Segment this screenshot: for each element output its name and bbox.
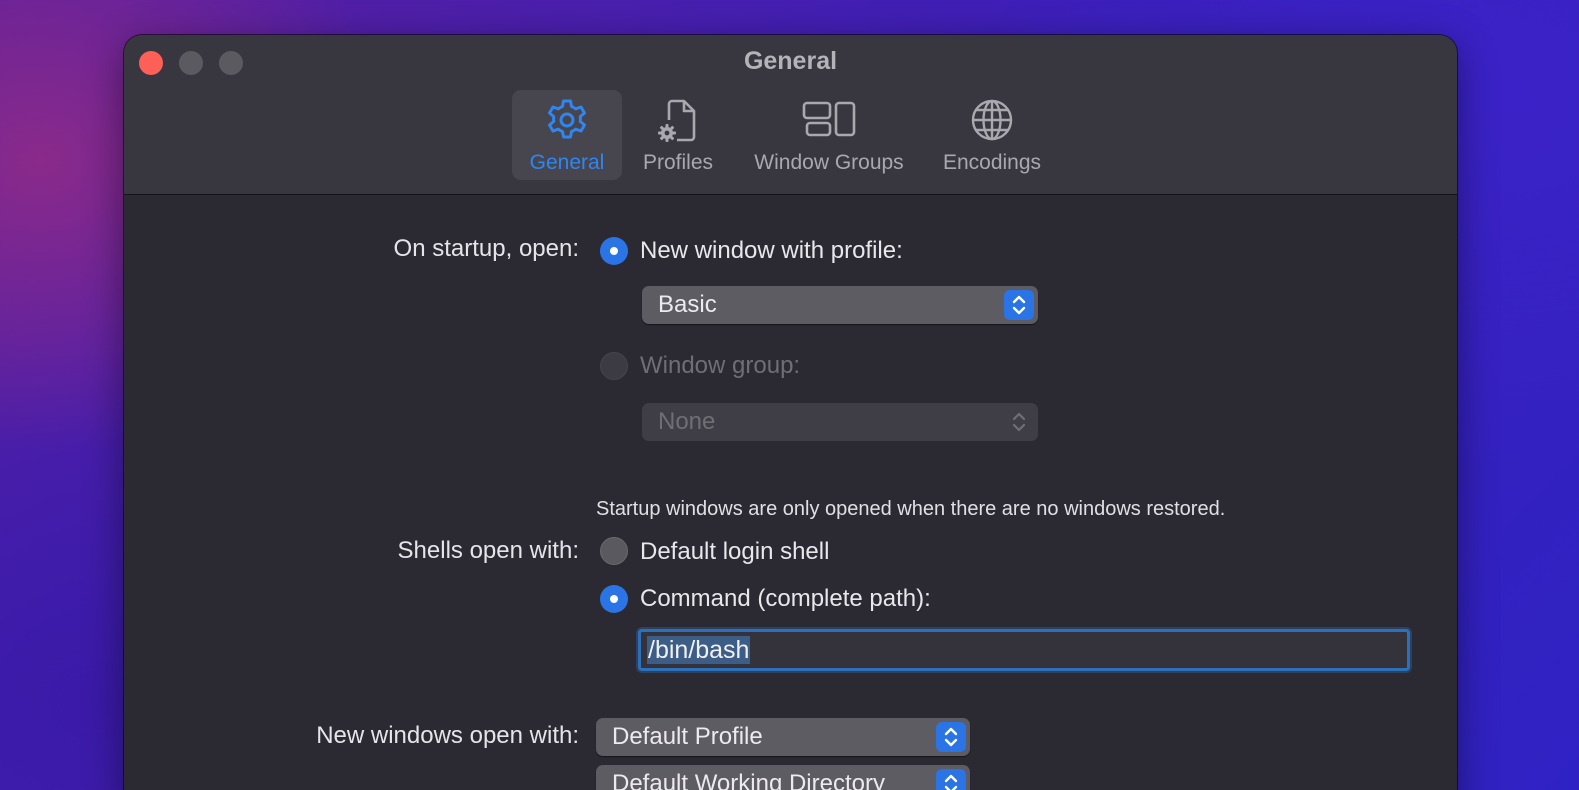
new-window-profile-popup[interactable]: Default Profile bbox=[596, 718, 970, 756]
title-bar: General General Profiles Window Groups E… bbox=[124, 35, 1457, 195]
shells-label: Shells open with: bbox=[397, 537, 579, 564]
new-window-option-label[interactable]: New window with profile: bbox=[640, 237, 903, 265]
tab-encodings[interactable]: Encodings bbox=[932, 90, 1052, 180]
tab-encodings-label: Encodings bbox=[942, 151, 1042, 174]
command-radio[interactable] bbox=[600, 585, 628, 613]
tab-general[interactable]: General bbox=[512, 90, 622, 180]
startup-profile-popup[interactable]: Basic bbox=[642, 286, 1038, 324]
startup-label: On startup, open: bbox=[393, 235, 579, 262]
startup-note: Startup windows are only opened when the… bbox=[596, 498, 1226, 520]
default-login-shell-label[interactable]: Default login shell bbox=[640, 538, 829, 566]
new-window-directory-popup[interactable]: Default Working Directory bbox=[596, 765, 970, 790]
default-login-shell-radio[interactable] bbox=[600, 537, 628, 565]
updown-stepper-icon bbox=[1004, 407, 1034, 437]
window-group-option-label[interactable]: Window group: bbox=[640, 352, 800, 380]
window-title: General bbox=[743, 47, 838, 75]
startup-profile-value: Basic bbox=[658, 291, 717, 318]
tab-window-groups-label: Window Groups bbox=[754, 151, 904, 174]
preferences-toolbar: General Profiles Window Groups Encodings bbox=[124, 90, 1457, 182]
settings-window: General General Profiles Window Groups E… bbox=[124, 35, 1457, 790]
new-windows-label: New windows open with: bbox=[316, 722, 579, 749]
globe-icon bbox=[971, 99, 1013, 141]
new-window-radio[interactable] bbox=[600, 237, 628, 265]
command-path-value: /bin/bash bbox=[647, 636, 751, 664]
tab-profiles[interactable]: Profiles bbox=[632, 90, 724, 180]
window-group-radio[interactable] bbox=[600, 352, 628, 380]
command-path-input[interactable]: /bin/bash bbox=[638, 629, 1410, 671]
new-window-profile-value: Default Profile bbox=[612, 723, 763, 750]
updown-stepper-icon bbox=[936, 722, 966, 752]
window-group-value: None bbox=[658, 408, 716, 435]
updown-stepper-icon bbox=[1004, 290, 1034, 320]
window-group-popup[interactable]: None bbox=[642, 403, 1038, 441]
profile-document-icon bbox=[658, 99, 696, 142]
command-option-label[interactable]: Command (complete path): bbox=[640, 585, 931, 613]
tab-general-label: General bbox=[529, 151, 605, 174]
tab-profiles-label: Profiles bbox=[642, 151, 714, 174]
tab-window-groups[interactable]: Window Groups bbox=[742, 90, 916, 180]
window-groups-icon bbox=[802, 101, 856, 137]
updown-stepper-icon bbox=[936, 769, 966, 790]
general-preferences-pane: On startup, open: New window with profil… bbox=[124, 195, 1457, 790]
gear-icon bbox=[548, 99, 586, 139]
new-window-directory-value: Default Working Directory bbox=[612, 770, 885, 790]
